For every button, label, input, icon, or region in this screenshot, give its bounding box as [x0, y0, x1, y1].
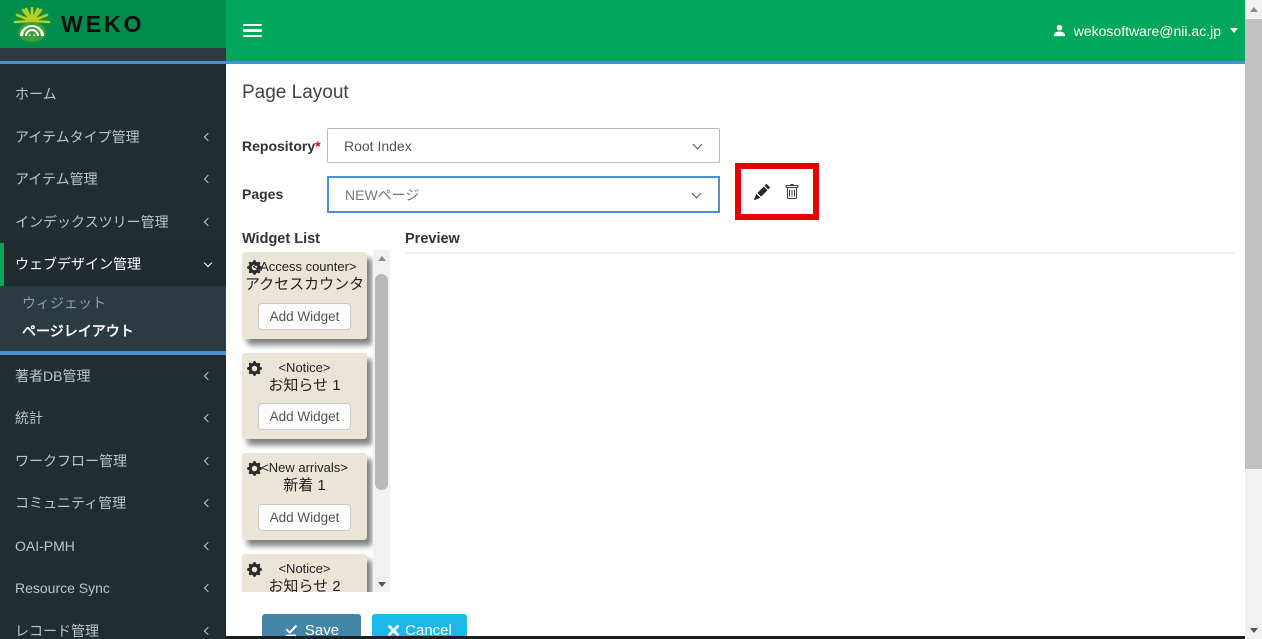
scroll-up-icon[interactable] — [373, 250, 390, 266]
webdesign-submenu: ウィジェット ページレイアウト — [0, 286, 226, 351]
chevron-down-icon — [204, 259, 212, 267]
sidebar-item-records[interactable]: レコード管理 — [0, 610, 226, 639]
widget-type-label: <Notice> — [244, 561, 365, 577]
sidebar-top-strip — [0, 48, 226, 61]
widget-card[interactable]: <New arrivals> 新着 1 Add Widget — [242, 453, 367, 540]
sidebar: ホーム アイテムタイプ管理 アイテム管理 インデックスツリー管理 ウェブデザイン… — [0, 48, 226, 639]
chevron-left-icon — [204, 175, 212, 183]
weko-logo-icon — [12, 5, 52, 43]
widget-name-label: お知らせ 2 — [244, 577, 365, 592]
chevron-left-icon — [204, 627, 212, 635]
add-widget-button[interactable]: Add Widget — [258, 504, 352, 531]
widget-name-label: アクセスカウンタ — [244, 275, 365, 295]
widget-name-label: 新着 1 — [244, 476, 365, 496]
scroll-down-icon[interactable] — [373, 576, 390, 592]
chevron-down-icon — [692, 188, 702, 198]
edit-page-button[interactable] — [754, 184, 770, 200]
brand-name: WEKO — [61, 11, 145, 38]
chevron-left-icon — [204, 542, 212, 550]
repository-label: Repository* — [242, 138, 321, 154]
widget-list-heading: Widget List — [242, 231, 320, 247]
header-accent-line — [0, 61, 1245, 64]
user-email: wekosoftware@nii.ac.jp — [1074, 23, 1221, 39]
widget-type-label: <New arrivals> — [244, 460, 365, 476]
repository-select[interactable]: Root Index — [327, 128, 720, 163]
sidebar-item-authordb[interactable]: 著者DB管理 — [0, 355, 226, 398]
widget-scrollbar-thumb[interactable] — [375, 274, 388, 490]
gear-icon[interactable] — [247, 562, 262, 577]
chevron-left-icon — [204, 372, 212, 380]
sidebar-menu-lower: 著者DB管理 統計 ワークフロー管理 コミュニティ管理 OAI-PMH Reso… — [0, 355, 226, 639]
cancel-x-icon — [387, 624, 400, 637]
top-navbar: wekosoftware@nii.ac.jp — [226, 0, 1262, 61]
add-widget-button[interactable]: Add Widget — [258, 303, 352, 330]
scroll-down-icon[interactable] — [1245, 622, 1262, 638]
sidebar-item-webdesign[interactable]: ウェブデザイン管理 — [0, 243, 226, 286]
chevron-left-icon — [204, 584, 212, 592]
sidebar-item-widget[interactable]: ウィジェット — [0, 289, 226, 317]
save-check-icon — [284, 623, 298, 637]
sidebar-item-home[interactable]: ホーム — [0, 73, 226, 116]
widget-type-label: <Access counter> — [244, 259, 365, 275]
gear-icon[interactable] — [247, 461, 262, 476]
sidebar-item-stats[interactable]: 統計 — [0, 397, 226, 440]
pages-select[interactable]: NEWページ — [327, 176, 720, 213]
chevron-left-icon — [204, 414, 212, 422]
chevron-left-icon — [204, 457, 212, 465]
user-menu[interactable]: wekosoftware@nii.ac.jp — [1052, 23, 1238, 39]
sidebar-item-oaipmh[interactable]: OAI-PMH — [0, 525, 226, 568]
pages-label: Pages — [242, 186, 283, 202]
widget-card[interactable]: <Access counter> アクセスカウンタ Add Widget — [242, 252, 367, 339]
sidebar-menu: ホーム アイテムタイプ管理 アイテム管理 インデックスツリー管理 ウェブデザイン… — [0, 64, 226, 286]
widget-list-scrollbar[interactable] — [373, 250, 390, 592]
user-icon — [1052, 23, 1067, 38]
highlight-box — [735, 163, 819, 220]
required-mark: * — [315, 138, 320, 154]
chevron-left-icon — [204, 499, 212, 507]
widget-name-label: お知らせ 1 — [244, 376, 365, 396]
preview-area — [405, 254, 1235, 584]
sidebar-item-itemtypes[interactable]: アイテムタイプ管理 — [0, 116, 226, 159]
widget-list-panel: <Access counter> アクセスカウンタ Add Widget <No… — [242, 250, 390, 592]
scroll-up-icon[interactable] — [1245, 1, 1262, 17]
chevron-down-icon — [693, 139, 703, 149]
sidebar-item-community[interactable]: コミュニティ管理 — [0, 482, 226, 525]
pencil-icon — [754, 184, 770, 200]
page-scrollbar[interactable] — [1245, 0, 1262, 639]
gear-icon[interactable] — [247, 361, 262, 376]
chevron-down-icon — [1230, 28, 1238, 33]
chevron-left-icon — [204, 218, 212, 226]
main-content: Page Layout Repository* Root Index Pages… — [226, 64, 1245, 639]
sidebar-item-items[interactable]: アイテム管理 — [0, 158, 226, 201]
sidebar-item-page-layout[interactable]: ページレイアウト — [0, 317, 226, 345]
sidebar-item-resourcesync[interactable]: Resource Sync — [0, 567, 226, 610]
widget-type-label: <Notice> — [244, 360, 365, 376]
page-scrollbar-thumb[interactable] — [1245, 19, 1262, 469]
widget-card[interactable]: <Notice> お知らせ 2 Add Widget — [242, 554, 367, 593]
sidebar-toggle-icon[interactable] — [243, 21, 262, 41]
repository-selected-value: Root Index — [328, 138, 694, 154]
widget-card[interactable]: <Notice> お知らせ 1 Add Widget — [242, 353, 367, 440]
page-title: Page Layout — [242, 82, 349, 104]
trash-icon — [784, 184, 800, 200]
gear-icon[interactable] — [247, 260, 262, 275]
chevron-left-icon — [204, 133, 212, 141]
weko-admin-window: WEKO wekosoftware@nii.ac.jp ホーム アイテムタイプ管… — [0, 0, 1262, 639]
preview-heading: Preview — [405, 231, 460, 247]
delete-page-button[interactable] — [784, 184, 800, 200]
brand-logo[interactable]: WEKO — [0, 0, 226, 48]
pages-selected-value: NEWページ — [329, 185, 693, 205]
sidebar-item-indextree[interactable]: インデックスツリー管理 — [0, 201, 226, 244]
sidebar-item-workflow[interactable]: ワークフロー管理 — [0, 440, 226, 483]
add-widget-button[interactable]: Add Widget — [258, 403, 352, 430]
